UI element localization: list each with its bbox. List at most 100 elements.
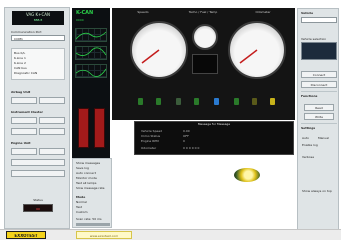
right-header: Vehicle <box>301 11 314 15</box>
radio-manual[interactable]: Manual <box>318 136 336 140</box>
dash-tab-2[interactable]: Tacho / Fuel / Temp <box>178 10 228 14</box>
message-key: Odometer <box>141 146 157 150</box>
connect-button[interactable]: Connect <box>301 71 337 78</box>
waveform-trace-3 <box>75 68 107 77</box>
bus-list: Bus K/L K-Line 1 K-Line 2 CAN bus Diagno… <box>11 48 65 80</box>
connection-label: Communication Port <box>11 30 42 34</box>
message-key: Immo Status <box>141 134 161 138</box>
top-display-big: K-CAN <box>76 10 94 16</box>
bus-list-item[interactable]: CAN bus <box>14 66 62 70</box>
cluster-button-1[interactable] <box>11 117 37 124</box>
cluster-button-3[interactable] <box>11 128 37 135</box>
left-title: VAG K+CAN <box>25 12 50 17</box>
brand-logo: EXXOTEST <box>6 231 46 239</box>
message-key: Engine RPM <box>141 139 159 143</box>
vehicle-list[interactable] <box>301 42 337 60</box>
section-airbag: Airbag Unit <box>11 90 31 94</box>
settings-label: Settings <box>301 126 316 130</box>
option-checkbox[interactable]: Test all lamps <box>76 181 110 185</box>
section-cluster: Instrument Cluster <box>11 110 43 114</box>
lamp-indicator <box>138 98 143 105</box>
left-panel: VAG K+CAN 888.8 Communication Port COM1 … <box>4 7 70 229</box>
lamp-indicator <box>194 98 199 105</box>
message-value: 0 <box>183 139 185 143</box>
verbose-checkbox[interactable]: Verbose <box>302 155 336 159</box>
scan-rate-slider[interactable] <box>76 223 110 226</box>
engine-button-3[interactable] <box>11 159 65 166</box>
speed-needle <box>141 49 160 64</box>
message-key: Vehicle Speed <box>141 129 163 133</box>
message-value: 0.00 <box>183 129 190 133</box>
message-value: 000000 <box>183 146 201 150</box>
section-engine: Engine Unit <box>11 141 31 145</box>
fuel-gauge <box>192 24 218 50</box>
message-title: Message for Message <box>197 122 231 126</box>
message-panel: Message for Message Vehicle Speed 0.00 I… <box>134 121 294 155</box>
waveform-3 <box>75 64 107 78</box>
engine-button-1[interactable] <box>11 148 37 155</box>
lamp-indicator <box>214 98 219 105</box>
warning-lamp-row <box>122 96 288 108</box>
airbag-button-1[interactable] <box>11 97 37 104</box>
option-checkbox[interactable]: Show messages <box>76 161 110 165</box>
divider <box>301 91 337 92</box>
left-title-box: VAG K+CAN 888.8 <box>12 11 64 25</box>
top-display-sub: 0000 <box>76 18 84 22</box>
status-label: Status <box>33 198 43 202</box>
divider <box>301 123 337 124</box>
headlight-icon <box>234 168 260 182</box>
lamp-indicator <box>252 98 257 105</box>
mode-item[interactable]: Normal <box>76 200 110 204</box>
waveform-1 <box>75 28 107 42</box>
bus-list-item[interactable]: Bus K/L <box>14 51 62 55</box>
enable-log-checkbox[interactable]: Enable log <box>302 143 336 147</box>
headlight-area <box>216 160 276 190</box>
read-button[interactable]: Read <box>304 104 334 111</box>
engine-button-2[interactable] <box>39 148 65 155</box>
dashboard: Speedo Tacho / Fuel / Temp Odometer <box>112 8 295 120</box>
waveform-trace-1 <box>75 31 107 40</box>
red-indicator-right[interactable] <box>94 108 105 148</box>
right-select-1[interactable] <box>301 17 337 23</box>
cluster-button-4[interactable] <box>39 128 65 135</box>
status-display: 00 <box>23 204 53 212</box>
always-on-top-checkbox[interactable]: Show always on top <box>302 189 336 193</box>
signal-column: K-CAN 0000 <box>72 8 110 158</box>
write-button[interactable]: Write <box>304 113 334 120</box>
lamp-indicator <box>234 98 239 105</box>
functions-label: Functions <box>301 94 318 98</box>
port-value: COM1 <box>14 37 23 41</box>
bus-list-item[interactable]: K-Line 2 <box>14 61 62 65</box>
mode-item[interactable]: Test <box>76 205 110 209</box>
option-checkbox[interactable]: Slow message rate <box>76 186 110 190</box>
lamp-indicator <box>156 98 161 105</box>
option-checkbox[interactable]: Save log <box>76 166 110 170</box>
website-text: www.exxotest.com <box>89 234 119 238</box>
radio-auto[interactable]: Auto <box>302 136 318 140</box>
dash-tab-1[interactable]: Speedo <box>118 10 168 14</box>
port-select[interactable]: COM1 <box>11 35 65 41</box>
digital-readout: 888.8 <box>33 18 43 22</box>
mode-item[interactable]: Custom <box>76 210 110 214</box>
airbag-button-2[interactable] <box>39 97 65 104</box>
red-indicator-left[interactable] <box>78 108 89 148</box>
lamp-indicator <box>270 98 275 105</box>
dash-tab-3[interactable]: Odometer <box>238 10 288 14</box>
brand-logo-text: EXXOTEST <box>14 234 38 238</box>
bottom-bar: EXXOTEST www.exxotest.com <box>0 229 341 240</box>
bus-list-item[interactable]: K-Line 1 <box>14 56 62 60</box>
right-panel: Vehicle Vehicle selection Connect Discon… <box>297 8 339 230</box>
center-display <box>192 54 218 74</box>
lamp-indicator <box>176 98 181 105</box>
slider-label: Scan rate: 50 ms <box>76 217 102 221</box>
website-box[interactable]: www.exxotest.com <box>76 231 132 239</box>
option-checkbox[interactable]: Monitor mode <box>76 176 110 180</box>
cluster-button-2[interactable] <box>39 117 65 124</box>
bus-list-item[interactable]: Diagnostic CAN <box>14 71 62 75</box>
option-checkbox[interactable]: Auto connect <box>76 171 110 175</box>
status-value: 00 <box>36 207 40 211</box>
disconnect-button[interactable]: Disconnect <box>301 81 337 88</box>
input-label: Vehicle selection <box>301 37 327 41</box>
waveform-2 <box>75 46 107 60</box>
engine-button-4[interactable] <box>11 170 65 177</box>
